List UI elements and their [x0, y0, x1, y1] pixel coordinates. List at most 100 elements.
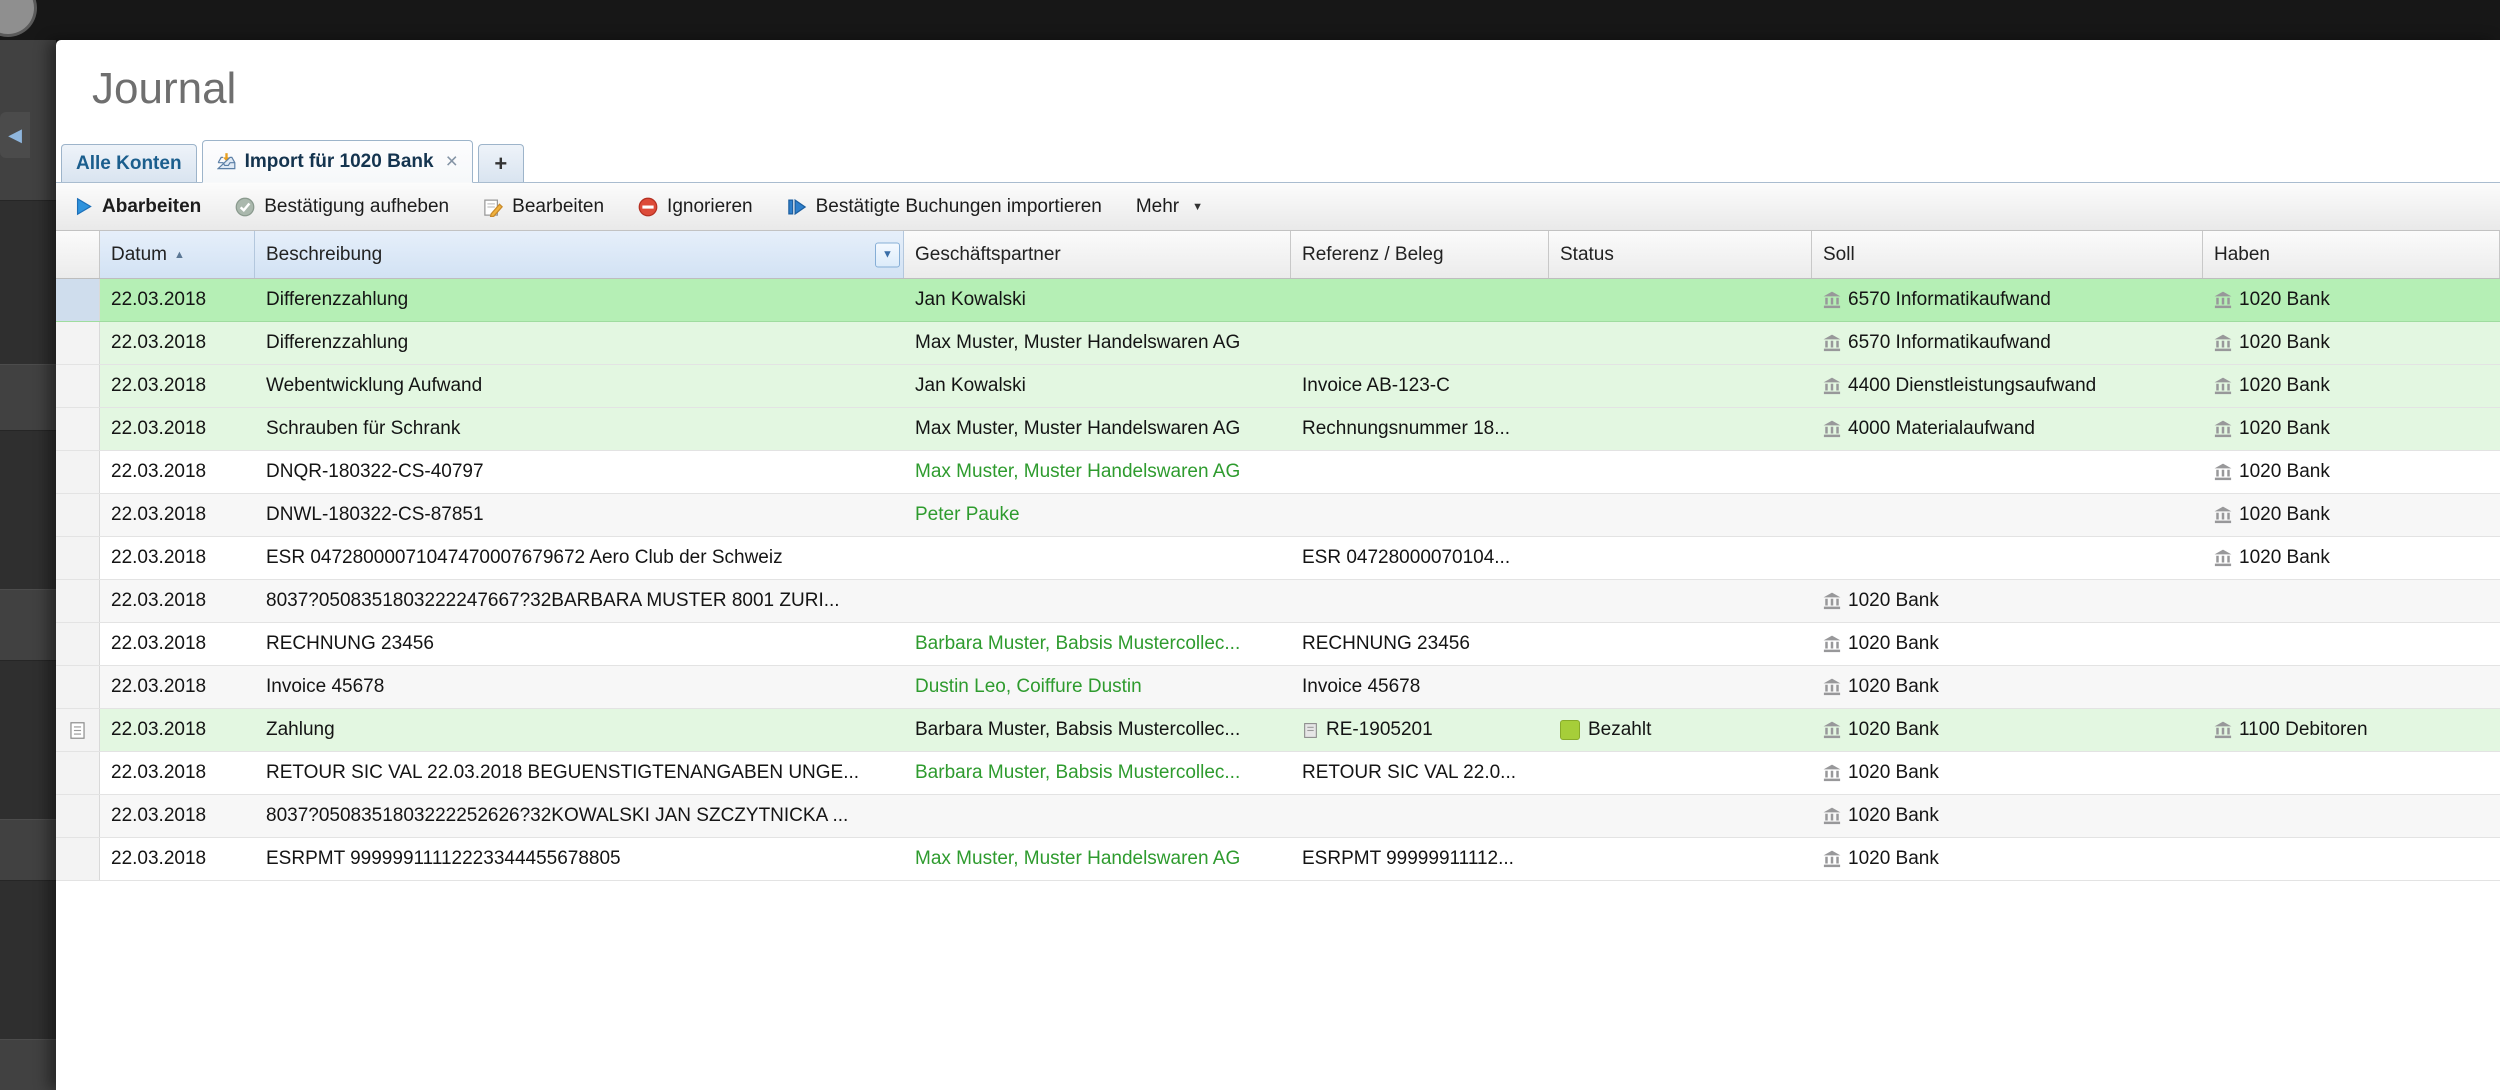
table-row[interactable]: 22.03.2018 ESR 0472800007104747000767967…	[56, 537, 2500, 580]
row-gutter	[56, 279, 100, 321]
column-label: Beschreibung	[266, 244, 382, 266]
cell-datum: 22.03.2018	[100, 709, 255, 751]
table-row[interactable]: 22.03.2018 8037?0508351803222247667?32BA…	[56, 580, 2500, 623]
table-row[interactable]: 22.03.2018 Invoice 45678 Dustin Leo, Coi…	[56, 666, 2500, 709]
tab-import-1020-bank[interactable]: Import für 1020 Bank ×	[202, 140, 473, 183]
cell-datum: 22.03.2018	[100, 494, 255, 536]
cell-geschaeftspartner: Jan Kowalski	[904, 365, 1291, 407]
button-label: Abarbeiten	[102, 196, 201, 218]
import-bookings-icon	[787, 197, 807, 217]
bank-icon	[1823, 334, 1841, 352]
cell-haben: 1020 Bank	[2203, 365, 2500, 407]
sidebar-collapse-handle[interactable]: ◀	[0, 112, 30, 158]
row-gutter	[56, 838, 100, 880]
table-row[interactable]: 22.03.2018 8037?0508351803222252626?32KO…	[56, 795, 2500, 838]
table-row[interactable]: 22.03.2018 DNQR-180322-CS-40797 Max Must…	[56, 451, 2500, 494]
cell-beschreibung: ESR 04728000071047470007679672 Aero Club…	[255, 537, 904, 579]
button-label: Mehr	[1136, 196, 1179, 218]
column-header-datum[interactable]: Datum ▲	[100, 231, 255, 278]
bank-icon	[1823, 764, 1841, 782]
cell-datum: 22.03.2018	[100, 838, 255, 880]
cell-status	[1549, 795, 1812, 837]
tab-label: Alle Konten	[76, 153, 182, 175]
sidebar-segment	[0, 430, 56, 590]
row-gutter	[56, 666, 100, 708]
row-gutter	[56, 623, 100, 665]
table-row[interactable]: 22.03.2018 RETOUR SIC VAL 22.03.2018 BEG…	[56, 752, 2500, 795]
cell-status	[1549, 537, 1812, 579]
cell-beschreibung: RECHNUNG 23456	[255, 623, 904, 665]
row-gutter	[56, 537, 100, 579]
cell-beschreibung: Schrauben für Schrank	[255, 408, 904, 450]
tab-alle-konten[interactable]: Alle Konten	[61, 144, 197, 182]
sort-asc-icon: ▲	[174, 249, 185, 261]
cell-beschreibung: ESRPMT 99999911112223344455678805	[255, 838, 904, 880]
cell-haben	[2203, 838, 2500, 880]
cell-referenz: Rechnungsnummer 18...	[1291, 408, 1549, 450]
cell-geschaeftspartner: Barbara Muster, Babsis Mustercollec...	[904, 623, 1291, 665]
column-header-haben[interactable]: Haben	[2203, 231, 2500, 278]
cell-geschaeftspartner: Max Muster, Muster Handelswaren AG	[904, 408, 1291, 450]
bearbeiten-button[interactable]: Bearbeiten	[483, 196, 604, 218]
sidebar-segment	[0, 660, 56, 820]
cell-status	[1549, 623, 1812, 665]
cell-geschaeftspartner	[904, 580, 1291, 622]
table-row[interactable]: 22.03.2018 RECHNUNG 23456 Barbara Muster…	[56, 623, 2500, 666]
column-header-status[interactable]: Status	[1549, 231, 1812, 278]
cell-geschaeftspartner: Peter Pauke	[904, 494, 1291, 536]
bank-icon	[1823, 420, 1841, 438]
sidebar-segment	[0, 880, 56, 1040]
cell-referenz	[1291, 279, 1549, 321]
button-label: Bearbeiten	[512, 196, 604, 218]
cell-referenz	[1291, 580, 1549, 622]
table-row[interactable]: 22.03.2018 Webentwicklung Aufwand Jan Ko…	[56, 365, 2500, 408]
cell-datum: 22.03.2018	[100, 365, 255, 407]
cell-haben	[2203, 795, 2500, 837]
cell-haben	[2203, 623, 2500, 665]
cell-haben: 1020 Bank	[2203, 279, 2500, 321]
bestaetigte-buchungen-importieren-button[interactable]: Bestätigte Buchungen importieren	[787, 196, 1102, 218]
table-row[interactable]: 22.03.2018 DNWL-180322-CS-87851 Peter Pa…	[56, 494, 2500, 537]
play-icon	[74, 197, 93, 216]
column-header-geschaeftspartner[interactable]: Geschäftspartner	[904, 231, 1291, 278]
table-row[interactable]: 22.03.2018 ESRPMT 9999991111222334445567…	[56, 838, 2500, 881]
collapsed-sidebar[interactable]: ◀	[0, 40, 56, 1090]
bestaetigung-aufheben-button[interactable]: Bestätigung aufheben	[235, 196, 449, 218]
tab-close-icon[interactable]: ×	[446, 155, 458, 169]
cell-referenz: RETOUR SIC VAL 22.0...	[1291, 752, 1549, 794]
cell-status	[1549, 580, 1812, 622]
table-row[interactable]: 22.03.2018 Differenzzahlung Max Muster, …	[56, 322, 2500, 365]
journal-panel: Journal Alle Konten Import für 1020 Bank…	[56, 40, 2500, 1090]
cell-datum: 22.03.2018	[100, 322, 255, 364]
bank-icon	[1823, 807, 1841, 825]
column-header-beschreibung[interactable]: Beschreibung ▼	[255, 231, 904, 278]
table-row[interactable]: 22.03.2018 Zahlung Barbara Muster, Babsi…	[56, 709, 2500, 752]
abarbeiten-button[interactable]: Abarbeiten	[74, 196, 201, 218]
bank-icon	[1823, 850, 1841, 868]
column-label: Geschäftspartner	[915, 244, 1061, 266]
mehr-button[interactable]: Mehr ▼	[1136, 196, 1203, 218]
cell-referenz: RE-1905201	[1291, 709, 1549, 751]
bank-icon	[2214, 291, 2232, 309]
column-header-soll[interactable]: Soll	[1812, 231, 2203, 278]
cell-beschreibung: RETOUR SIC VAL 22.03.2018 BEGUENSTIGTENA…	[255, 752, 904, 794]
column-header-referenz-beleg[interactable]: Referenz / Beleg	[1291, 231, 1549, 278]
table-row[interactable]: 22.03.2018 Differenzzahlung Jan Kowalski	[56, 279, 2500, 322]
note-icon	[68, 721, 87, 740]
ignorieren-button[interactable]: Ignorieren	[638, 196, 753, 218]
cell-beschreibung: Invoice 45678	[255, 666, 904, 708]
cell-soll: 4000 Materialaufwand	[1812, 408, 2203, 450]
cell-status	[1549, 494, 1812, 536]
import-tray-icon	[217, 152, 236, 171]
table-row[interactable]: 22.03.2018 Schrauben für Schrank Max Mus…	[56, 408, 2500, 451]
button-label: Bestätigung aufheben	[264, 196, 449, 218]
column-menu-button[interactable]: ▼	[875, 242, 900, 267]
cell-referenz: ESR 04728000070104...	[1291, 537, 1549, 579]
row-gutter	[56, 795, 100, 837]
column-label: Status	[1560, 244, 1614, 266]
tab-add-button[interactable]: +	[478, 144, 524, 182]
cell-datum: 22.03.2018	[100, 279, 255, 321]
cell-soll: 4400 Dienstleistungsaufwand	[1812, 365, 2203, 407]
column-header-gutter	[56, 231, 100, 278]
cell-datum: 22.03.2018	[100, 537, 255, 579]
